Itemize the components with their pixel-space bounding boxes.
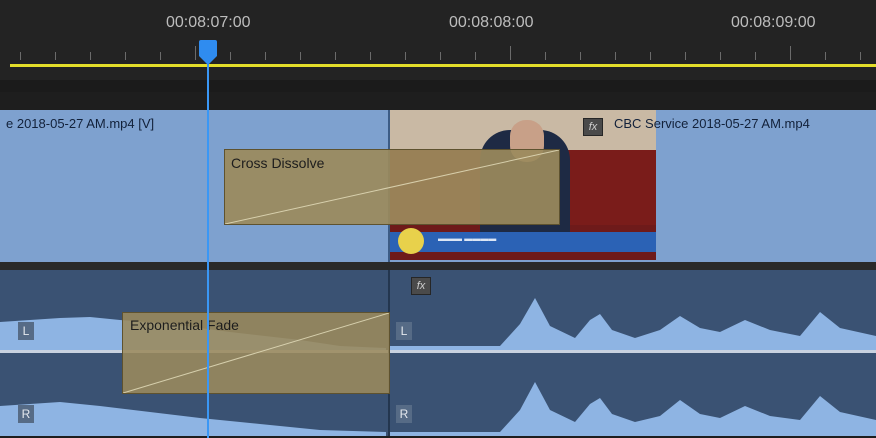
work-area-bar[interactable]: [10, 64, 876, 67]
channel-left-label: L: [18, 322, 34, 340]
channel-right-label: R: [18, 405, 34, 423]
ruler-tick: [545, 52, 546, 60]
track-separator: [0, 262, 876, 270]
channel-left-label: L: [396, 322, 412, 340]
time-ruler[interactable]: 00:08:07:00 00:08:08:00 00:08:09:00: [0, 0, 876, 92]
ruler-tick: [790, 46, 791, 60]
channel-right-label: R: [396, 405, 412, 423]
ruler-tick: [265, 52, 266, 60]
ruler-tick: [300, 52, 301, 60]
ruler-tick: [370, 52, 371, 60]
ruler-tick: [475, 52, 476, 60]
ruler-tick: [20, 52, 21, 60]
ruler-tick: [685, 52, 686, 60]
ruler-tick: [405, 52, 406, 60]
playhead-marker[interactable]: [199, 56, 217, 65]
timecode-label: 00:08:09:00: [731, 14, 816, 31]
ruler-tick: [90, 52, 91, 60]
ruler-tick: [615, 52, 616, 60]
playhead-handle[interactable]: [199, 40, 217, 56]
timecode-label: 00:08:07:00: [166, 14, 251, 31]
playhead-line[interactable]: [207, 56, 209, 438]
ruler-footer: [0, 80, 876, 92]
ruler-tick: [580, 52, 581, 60]
ruler-tick: [160, 52, 161, 60]
ruler-tick: [860, 52, 861, 60]
ruler-tick: [440, 52, 441, 60]
timecode-label: 00:08:08:00: [449, 14, 534, 31]
ruler-tick: [195, 46, 196, 60]
ruler-tick: [825, 52, 826, 60]
video-clip-label-left: e 2018-05-27 AM.mp4 [V]: [6, 116, 155, 131]
cross-dissolve-label: Cross Dissolve: [231, 155, 325, 171]
video-clip-label-right: CBC Service 2018-05-27 AM.mp4: [614, 116, 810, 131]
fx-badge[interactable]: fx: [583, 118, 603, 136]
ruler-tick: [650, 52, 651, 60]
ruler-tick: [230, 52, 231, 60]
ruler-tick: [55, 52, 56, 60]
ruler-tick: [125, 52, 126, 60]
ruler-tick: [510, 46, 511, 60]
ruler-tick: [720, 52, 721, 60]
exponential-fade-label: Exponential Fade: [130, 317, 239, 333]
ruler-tick: [335, 52, 336, 60]
ruler-tick: [755, 52, 756, 60]
audio-fx-badge[interactable]: fx: [411, 277, 431, 295]
